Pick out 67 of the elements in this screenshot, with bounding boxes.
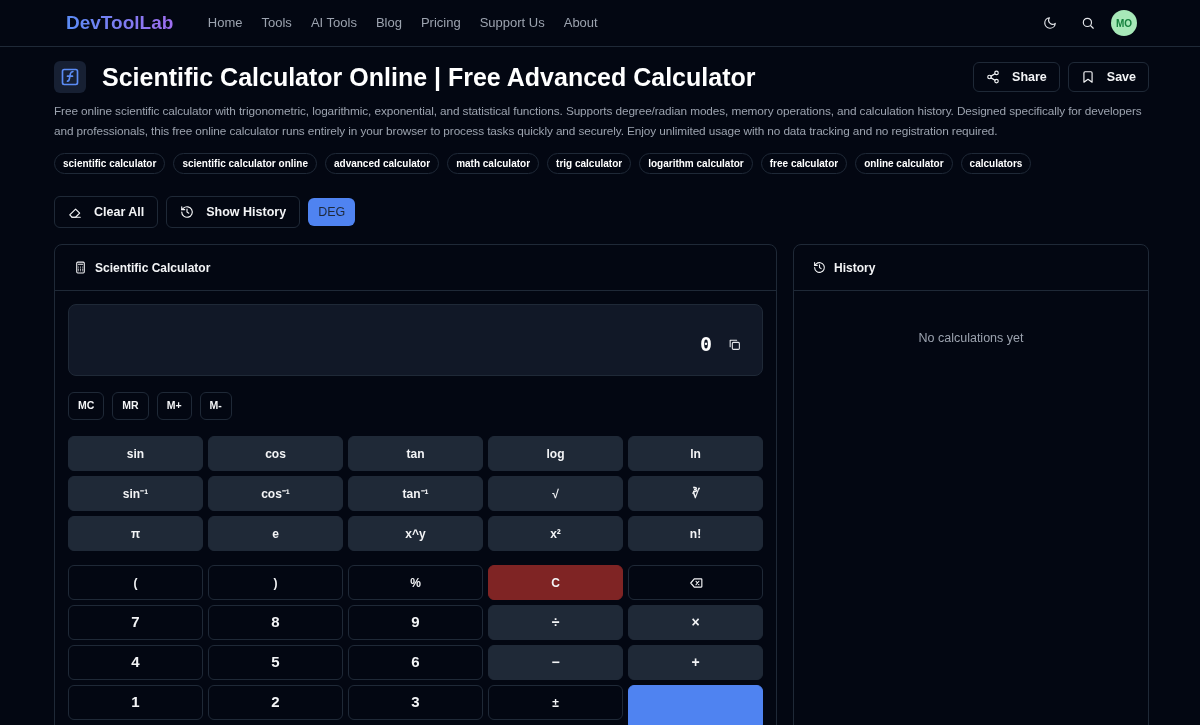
calculator-key[interactable]: 4 bbox=[68, 645, 203, 680]
calculator-key[interactable]: 9 bbox=[348, 605, 483, 640]
calculator-key[interactable]: ln bbox=[628, 436, 763, 471]
calculator-key[interactable]: x² bbox=[488, 516, 623, 551]
page-title: Scientific Calculator Online | Free Advanced Calculator bbox=[102, 62, 756, 92]
eraser-icon bbox=[68, 205, 82, 219]
user-avatar[interactable]: MO bbox=[1111, 10, 1137, 36]
calculator-key[interactable]: tan⁻¹ bbox=[348, 476, 483, 511]
calculator-key[interactable]: sin⁻¹ bbox=[68, 476, 203, 511]
calculator-key[interactable]: cos bbox=[208, 436, 343, 471]
calculator-key[interactable]: × bbox=[628, 605, 763, 640]
calculator-key[interactable]: 1 bbox=[68, 685, 203, 720]
copy-icon bbox=[727, 337, 741, 351]
calculator-key[interactable]: log bbox=[488, 436, 623, 471]
calculator-key[interactable]: − bbox=[488, 645, 623, 680]
calculator-key[interactable]: C bbox=[488, 565, 623, 600]
nav-link[interactable]: Blog bbox=[366, 13, 412, 33]
history-icon bbox=[180, 205, 195, 219]
calculator-key[interactable]: 7 bbox=[68, 605, 203, 640]
nav-link[interactable]: Pricing bbox=[411, 13, 471, 33]
memory-button[interactable]: M- bbox=[199, 392, 232, 420]
calculator-key[interactable]: 8 bbox=[208, 605, 343, 640]
share-icon bbox=[986, 70, 1001, 84]
calculator-key[interactable]: x^y bbox=[348, 516, 483, 551]
calculator-key[interactable]: % bbox=[348, 565, 483, 600]
memory-button[interactable]: M+ bbox=[156, 392, 192, 420]
history-icon bbox=[813, 261, 826, 274]
function-icon bbox=[60, 67, 80, 87]
bookmark-icon bbox=[1080, 70, 1095, 84]
calculator-key[interactable]: 3 bbox=[348, 685, 483, 720]
display-value: 0 bbox=[699, 331, 712, 358]
clear-all-button[interactable]: Clear All bbox=[54, 196, 159, 228]
calculator-key[interactable]: 2 bbox=[208, 685, 343, 720]
show-history-button[interactable]: Show History bbox=[166, 196, 301, 228]
memory-button[interactable]: MR bbox=[112, 392, 149, 420]
calculator-key[interactable]: n! bbox=[628, 516, 763, 551]
calculator-key[interactable]: 5 bbox=[208, 645, 343, 680]
save-button[interactable]: Save bbox=[1067, 62, 1149, 92]
calculator-key[interactable]: ± bbox=[488, 685, 623, 720]
empty-history-message: No calculations yet bbox=[918, 331, 1024, 345]
nav-link[interactable]: Home bbox=[198, 13, 252, 33]
calculator-key[interactable]: sin bbox=[68, 436, 203, 471]
page-description: Free online scientific calculator with trigonometric, logarithmic, exponential, and statistical functions. Supports degree/radian modes, memory operations, and calculation history. Designed specifically for developers and professionals, this free online calculator runs entirely in your browser to process tasks quickly and securely. Enjoy unlimited usage with no data tracking and no registration required. bbox=[54, 103, 1143, 140]
share-button[interactable]: Share bbox=[973, 62, 1060, 92]
memory-button[interactable]: MC bbox=[68, 392, 105, 420]
calculator-key[interactable]: ÷ bbox=[488, 605, 623, 640]
calculator-icon bbox=[74, 261, 87, 274]
search-icon bbox=[1081, 16, 1095, 30]
calculator-key[interactable]: tan bbox=[348, 436, 483, 471]
calculator-key[interactable]: cos⁻¹ bbox=[208, 476, 343, 511]
panel-title: History bbox=[834, 259, 876, 277]
calculator-key[interactable]: √ bbox=[488, 476, 623, 511]
nav-link[interactable]: AI Tools bbox=[301, 13, 367, 33]
calculator-key[interactable]: ( bbox=[68, 565, 203, 600]
calculator-key[interactable]: e bbox=[208, 516, 343, 551]
calculator-key[interactable]: 6 bbox=[348, 645, 483, 680]
nav-link[interactable]: Tools bbox=[252, 13, 302, 33]
panel-title: Scientific Calculator bbox=[95, 259, 211, 277]
calculator-key[interactable]: ∛ bbox=[628, 476, 763, 511]
angle-mode-button[interactable]: DEG bbox=[308, 198, 356, 226]
calculator-key[interactable]: + bbox=[628, 645, 763, 680]
calculator-key[interactable]: π bbox=[68, 516, 203, 551]
backspace-icon bbox=[688, 575, 703, 590]
calculator-key[interactable]: ) bbox=[208, 565, 343, 600]
nav-link[interactable]: About bbox=[554, 13, 608, 33]
moon-icon bbox=[1043, 16, 1057, 30]
nav-link[interactable]: Support Us bbox=[470, 13, 555, 33]
